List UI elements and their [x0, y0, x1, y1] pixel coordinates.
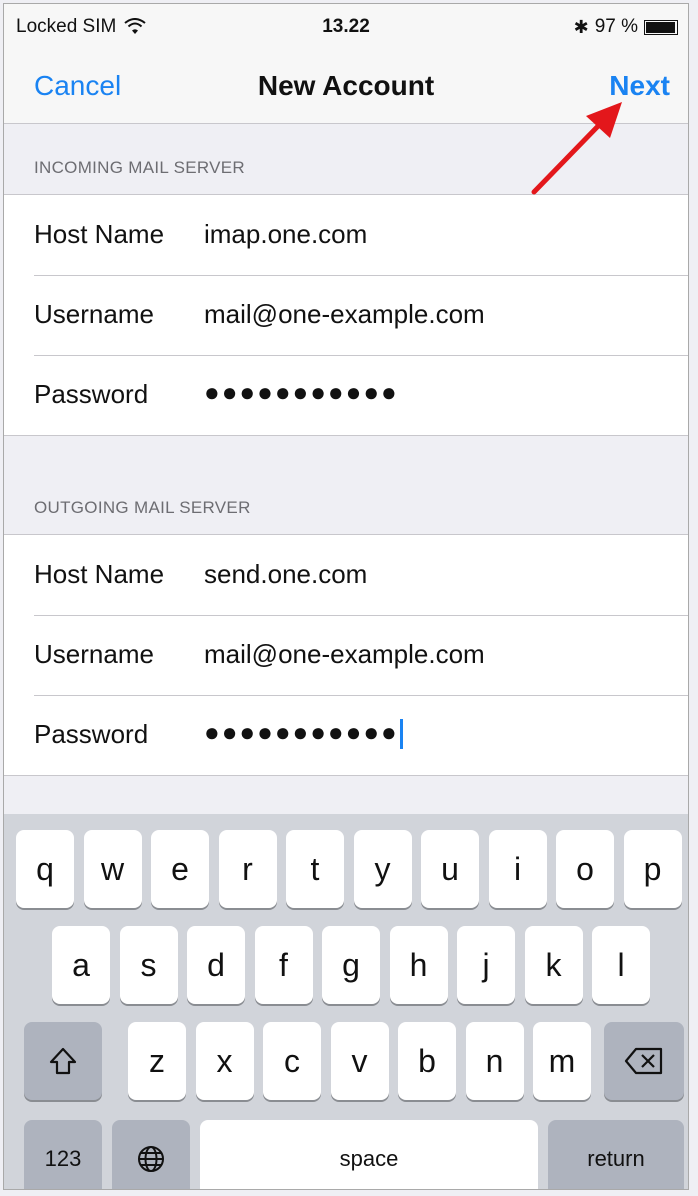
incoming-host-field[interactable]: imap.one.com: [204, 219, 367, 250]
key-l[interactable]: l: [592, 926, 650, 1004]
key-i[interactable]: i: [488, 830, 547, 908]
key-o[interactable]: o: [556, 830, 614, 908]
key-x[interactable]: x: [195, 1022, 254, 1100]
shift-key[interactable]: [24, 1022, 102, 1100]
key-n[interactable]: n: [465, 1022, 524, 1100]
outgoing-password-field[interactable]: ●●●●●●●●●●●: [204, 717, 403, 750]
key-u[interactable]: u: [421, 830, 479, 908]
outgoing-host-label: Host Name: [34, 559, 165, 589]
incoming-section-header: INCOMING MAIL SERVER: [34, 158, 245, 177]
battery-percent: 97 %: [594, 16, 638, 37]
return-key[interactable]: return: [548, 1120, 684, 1189]
incoming-password-field[interactable]: ●●●●●●●●●●●: [204, 377, 399, 408]
battery-fill: [646, 21, 676, 33]
outgoing-password-row[interactable]: Password ●●●●●●●●●●●: [4, 695, 688, 775]
battery-icon: [644, 19, 678, 35]
outgoing-host-field[interactable]: send.one.com: [204, 559, 367, 590]
bluetooth-icon: ✱: [573, 16, 589, 37]
key-s[interactable]: s: [119, 926, 178, 1004]
incoming-username-field[interactable]: mail@one-example.com: [204, 299, 485, 330]
key-d[interactable]: d: [187, 926, 245, 1004]
incoming-username-row[interactable]: Username mail@one-example.com: [4, 275, 688, 355]
battery-info: ✱ 97 %: [574, 16, 678, 38]
delete-key[interactable]: [604, 1022, 684, 1100]
globe-icon: [138, 1146, 164, 1172]
key-h[interactable]: h: [389, 926, 448, 1004]
incoming-host-row[interactable]: Host Name imap.one.com: [4, 195, 688, 275]
key-y[interactable]: y: [353, 830, 412, 908]
outgoing-username-field[interactable]: mail@one-example.com: [204, 639, 485, 670]
incoming-username-label: Username: [34, 299, 154, 329]
key-r[interactable]: r: [218, 830, 277, 908]
status-bar: Locked SIM 13.22 ✱ 97 %: [4, 4, 688, 48]
key-w[interactable]: w: [83, 830, 142, 908]
key-a[interactable]: a: [52, 926, 110, 1004]
key-p[interactable]: p: [623, 830, 682, 908]
incoming-host-label: Host Name: [34, 219, 165, 249]
outgoing-host-row[interactable]: Host Name send.one.com: [4, 535, 688, 615]
phone-screen: Locked SIM 13.22 ✱ 97 % Cancel New Accou…: [3, 3, 689, 1190]
outgoing-section-header: OUTGOING MAIL SERVER: [34, 498, 251, 517]
incoming-password-row[interactable]: Password ●●●●●●●●●●●: [4, 355, 688, 435]
key-m[interactable]: m: [533, 1022, 591, 1100]
key-e[interactable]: e: [151, 830, 209, 908]
red-arrow-annotation: [531, 102, 622, 195]
numbers-key[interactable]: 123: [24, 1120, 102, 1189]
space-key[interactable]: space: [200, 1120, 538, 1189]
outgoing-username-label: Username: [34, 639, 154, 669]
key-c[interactable]: c: [263, 1022, 321, 1100]
outgoing-password-label: Password: [34, 719, 149, 749]
key-t[interactable]: t: [286, 830, 344, 908]
keyboard: 123 space return qwertyuiop asdfghjkl zxcv…: [4, 814, 688, 1189]
key-g[interactable]: g: [322, 926, 380, 1004]
key-j[interactable]: j: [457, 926, 515, 1004]
delete-icon: [624, 1047, 663, 1075]
outgoing-server-group: Host Name send.one.com Username mail@one…: [4, 534, 688, 776]
key-q[interactable]: q: [16, 830, 74, 908]
key-f[interactable]: f: [254, 926, 313, 1004]
key-v[interactable]: v: [330, 1022, 389, 1100]
globe-key[interactable]: [112, 1120, 190, 1189]
key-b[interactable]: b: [398, 1022, 456, 1100]
outgoing-password-text: ●●●●●●●●●●●: [204, 717, 399, 747]
incoming-server-group: Host Name imap.one.com Username mail@one…: [4, 194, 688, 436]
incoming-password-label: Password: [34, 379, 149, 409]
text-cursor: [399, 719, 403, 750]
key-z[interactable]: z: [128, 1022, 186, 1100]
shift-icon: [49, 1047, 77, 1075]
outgoing-username-row[interactable]: Username mail@one-example.com: [4, 615, 688, 695]
key-k[interactable]: k: [524, 926, 583, 1004]
